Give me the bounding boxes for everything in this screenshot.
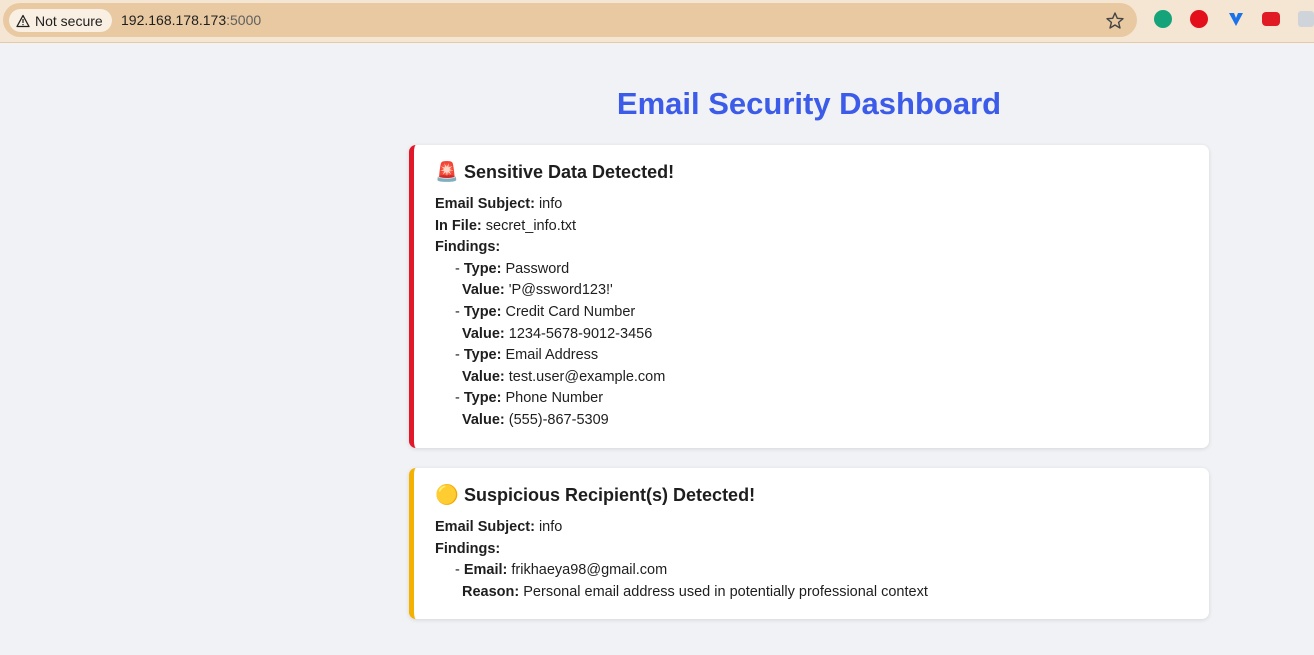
- email-subject-row: Email Subject: info: [435, 196, 563, 212]
- url-port: :5000: [226, 12, 262, 28]
- siren-icon: 🚨: [435, 162, 459, 183]
- email-subject-row: Email Subject: info: [435, 519, 563, 535]
- warning-icon: [16, 14, 30, 27]
- finding-value-row: Value: test.user@example.com: [462, 368, 666, 385]
- finding-value-row: Value: 'P@ssword123!': [462, 282, 613, 299]
- findings-label: Findings:: [435, 540, 501, 557]
- heading-text: Sensitive Data Detected!: [464, 161, 675, 182]
- recipient-email: frikhaeya98@gmail.com: [511, 562, 668, 579]
- email-subject: info: [538, 519, 563, 535]
- in-file-row: In File: secret_info.txt: [435, 217, 577, 234]
- security-label: Not secure: [35, 12, 103, 29]
- sensitive-data-card: 🚨 Sensitive Data Detected! Email Subject…: [409, 145, 1209, 448]
- url-text[interactable]: 192.168.178.173:5000: [121, 12, 261, 28]
- address-bar[interactable]: Not secure 192.168.178.173:5000: [3, 3, 1137, 37]
- heading-text: Suspicious Recipient(s) Detected!: [464, 484, 756, 505]
- security-indicator[interactable]: Not secure: [9, 9, 112, 32]
- vpn-extension-icon[interactable]: [1227, 10, 1245, 28]
- finding-type-row: - Type: Phone Number: [455, 390, 604, 407]
- card-heading: 🟡 Suspicious Recipient(s) Detected!: [435, 482, 1191, 508]
- finding-type-row: - Type: Credit Card Number: [455, 303, 636, 320]
- extensions-icon[interactable]: [1298, 11, 1314, 27]
- suspicious-recipient-card: 🟡 Suspicious Recipient(s) Detected! Emai…: [409, 468, 1209, 619]
- card-heading: 🚨 Sensitive Data Detected!: [435, 159, 1191, 185]
- page-title: Email Security Dashboard: [616, 86, 1002, 121]
- finding-value-row: Value: 1234-5678-9012-3456: [462, 325, 653, 342]
- finding-type-row: - Type: Email Address: [455, 347, 599, 364]
- grammarly-extension-icon[interactable]: [1154, 10, 1172, 28]
- recipient-reason-row: Reason: Personal email address used in p…: [462, 583, 928, 600]
- file-name: secret_info.txt: [485, 217, 577, 234]
- finding-type-row: - Type: Password: [455, 260, 570, 277]
- recipient-email-row: - Email: frikhaeya98@gmail.com: [455, 562, 668, 579]
- yellow-circle-icon: 🟡: [435, 485, 459, 506]
- bookmark-star-icon[interactable]: [1104, 10, 1126, 32]
- browser-toolbar: Not secure 192.168.178.173:5000: [0, 0, 1314, 43]
- recipient-reason: Personal email address used in potential…: [523, 583, 928, 600]
- youtube-extension-icon[interactable]: [1262, 12, 1280, 26]
- finding-value-row: Value: (555)-867-5309: [462, 411, 609, 428]
- adblock-extension-icon[interactable]: [1190, 10, 1208, 28]
- findings-label: Findings:: [435, 239, 501, 256]
- url-host: 192.168.178.173: [121, 12, 227, 28]
- email-subject: info: [538, 196, 563, 212]
